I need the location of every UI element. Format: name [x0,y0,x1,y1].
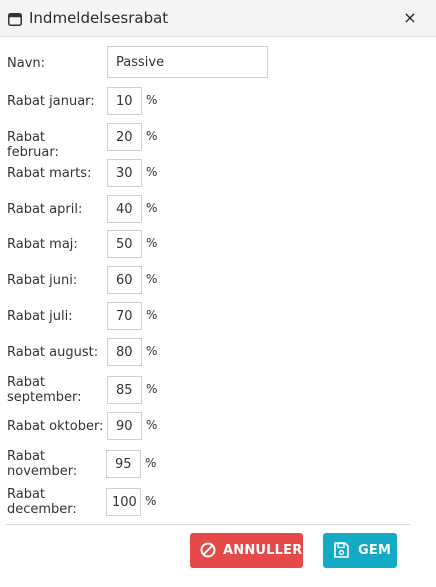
percent-sign: % [146,201,158,215]
rabat-label: Rabat september: [7,375,82,405]
rabat-input[interactable] [107,195,142,223]
rabat-input[interactable] [107,302,142,330]
rabat-label: Rabat marts: [7,166,92,181]
percent-sign: % [146,344,158,358]
percent-sign: % [146,382,158,396]
percent-sign: % [146,93,158,107]
rabat-input[interactable] [107,87,142,115]
close-icon[interactable]: × [402,10,418,26]
rabat-input[interactable] [107,376,142,404]
rabat-label: Rabat april: [7,202,83,217]
dialog-title: Indmeldelsesrabat [29,9,169,27]
rabat-input[interactable] [107,230,142,258]
rabat-label: Rabat maj: [7,237,78,252]
rabat-input[interactable] [107,412,142,440]
dialog-titlebar: Indmeldelsesrabat × [0,0,436,37]
percent-sign: % [146,272,158,286]
ban-icon [200,542,216,562]
window-icon [8,11,22,30]
rabat-input[interactable] [107,266,142,294]
rabat-label: Rabat oktober: [7,419,104,434]
percent-sign: % [146,165,158,179]
percent-sign: % [145,494,157,508]
rabat-label: Rabat januar: [7,94,95,109]
percent-sign: % [146,308,158,322]
rabat-input[interactable] [107,123,142,151]
cancel-button[interactable]: ANNULLER [190,533,303,568]
percent-sign: % [146,418,158,432]
rabat-label: Rabat juni: [7,273,78,288]
name-input[interactable] [107,46,268,78]
rabat-label: Rabat november: [7,449,78,479]
rabat-label: Rabat december: [7,487,77,517]
save-label: GEM [358,543,392,558]
rabat-input[interactable] [106,488,141,516]
footer-divider [6,524,410,525]
rabat-input[interactable] [106,450,141,478]
floppy-disk-icon [334,542,349,562]
rabat-label: Rabat februar: [7,130,59,160]
save-button[interactable]: GEM [323,533,397,568]
percent-sign: % [146,129,158,143]
percent-sign: % [146,236,158,250]
rabat-input[interactable] [107,338,142,366]
percent-sign: % [145,456,157,470]
cancel-label: ANNULLER [223,543,303,558]
rabat-input[interactable] [107,159,142,187]
rabat-label: Rabat juli: [7,309,73,324]
name-label: Navn: [7,56,46,71]
rabat-label: Rabat august: [7,345,99,360]
